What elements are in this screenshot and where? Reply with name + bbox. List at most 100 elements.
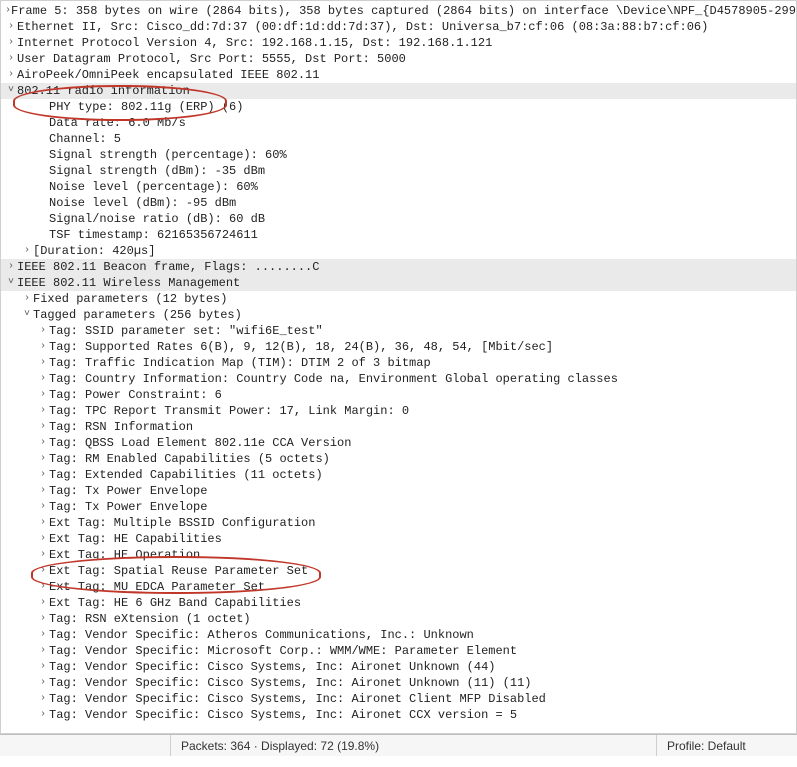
tree-row-label: Tag: Vendor Specific: Cisco Systems, Inc… [49,691,546,707]
status-profile-label: Profile: Default [667,739,746,753]
caret-right-icon[interactable]: › [37,643,49,659]
tree-row-label: 802.11 radio information [17,83,190,99]
caret-right-icon[interactable]: › [37,579,49,595]
row-noise-pct[interactable]: Noise level (percentage): 60% [1,179,796,195]
row-udp[interactable]: ›User Datagram Protocol, Src Port: 5555,… [1,51,796,67]
caret-right-icon[interactable]: › [5,67,17,83]
caret-right-icon[interactable]: › [37,659,49,675]
row-sig-pct[interactable]: Signal strength (percentage): 60% [1,147,796,163]
caret-right-icon[interactable]: › [37,371,49,387]
caret-down-icon[interactable]: ˅ [5,275,17,291]
row-tag-vendor-cisco44[interactable]: ›Tag: Vendor Specific: Cisco Systems, In… [1,659,796,675]
caret-right-icon[interactable]: › [5,51,17,67]
caret-right-icon[interactable]: › [37,547,49,563]
row-tag-vendor-cisco11[interactable]: ›Tag: Vendor Specific: Cisco Systems, In… [1,675,796,691]
row-tag-txpower1[interactable]: ›Tag: Tx Power Envelope [1,483,796,499]
row-noise-dbm[interactable]: Noise level (dBm): -95 dBm [1,195,796,211]
caret-right-icon[interactable]: › [21,243,33,259]
row-tag-ssid[interactable]: ›Tag: SSID parameter set: "wifi6E_test" [1,323,796,339]
row-tag-tpc[interactable]: ›Tag: TPC Report Transmit Power: 17, Lin… [1,403,796,419]
caret-right-icon[interactable]: › [37,675,49,691]
tree-row-label: Fixed parameters (12 bytes) [33,291,227,307]
caret-right-icon[interactable]: › [37,563,49,579]
row-tag-vendor-atheros[interactable]: ›Tag: Vendor Specific: Atheros Communica… [1,627,796,643]
tree-row-label: Tag: Power Constraint: 6 [49,387,222,403]
caret-right-icon[interactable]: › [37,499,49,515]
tree-row-label: Tagged parameters (256 bytes) [33,307,242,323]
caret-right-icon[interactable]: › [37,355,49,371]
row-snr[interactable]: Signal/noise ratio (dB): 60 dB [1,211,796,227]
row-tag-vendor-mfp[interactable]: ›Tag: Vendor Specific: Cisco Systems, In… [1,691,796,707]
row-fixed-params[interactable]: ›Fixed parameters (12 bytes) [1,291,796,307]
row-ipv4[interactable]: ›Internet Protocol Version 4, Src: 192.1… [1,35,796,51]
row-tag-vendor-ccx[interactable]: ›Tag: Vendor Specific: Cisco Systems, In… [1,707,796,723]
row-channel[interactable]: Channel: 5 [1,131,796,147]
row-tag-extcap[interactable]: ›Tag: Extended Capabilities (11 octets) [1,467,796,483]
row-tag-vendor-ms[interactable]: ›Tag: Vendor Specific: Microsoft Corp.: … [1,643,796,659]
row-tag-power-constraint[interactable]: ›Tag: Power Constraint: 6 [1,387,796,403]
caret-right-icon[interactable]: › [37,419,49,435]
row-tag-rsn[interactable]: ›Tag: RSN Information [1,419,796,435]
caret-right-icon[interactable]: › [37,339,49,355]
tree-row-label: Tag: Supported Rates 6(B), 9, 12(B), 18,… [49,339,553,355]
tree-row-label: Tag: Tx Power Envelope [49,483,207,499]
caret-right-icon[interactable]: › [37,435,49,451]
row-frame[interactable]: ›Frame 5: 358 bytes on wire (2864 bits),… [1,3,796,19]
row-beacon[interactable]: ›IEEE 802.11 Beacon frame, Flags: ......… [1,259,796,275]
row-data-rate[interactable]: Data rate: 6.0 Mb/s [1,115,796,131]
caret-right-icon[interactable]: › [37,611,49,627]
tree-row-label: Ext Tag: HE Capabilities [49,531,222,547]
row-ext-he-op[interactable]: ›Ext Tag: HE Operation [1,547,796,563]
caret-right-icon[interactable]: › [37,403,49,419]
tree-row-label: IEEE 802.11 Beacon frame, Flags: .......… [17,259,319,275]
row-sig-dbm[interactable]: Signal strength (dBm): -35 dBm [1,163,796,179]
caret-right-icon[interactable]: › [37,451,49,467]
caret-right-icon[interactable]: › [37,627,49,643]
caret-down-icon[interactable]: ˅ [21,307,33,323]
caret-right-icon[interactable]: › [37,515,49,531]
row-ext-multibssid[interactable]: ›Ext Tag: Multiple BSSID Configuration [1,515,796,531]
tree-row-label: Tag: Vendor Specific: Cisco Systems, Inc… [49,707,517,723]
row-ext-he-cap[interactable]: ›Ext Tag: HE Capabilities [1,531,796,547]
row-tagged-params[interactable]: ˅Tagged parameters (256 bytes) [1,307,796,323]
caret-right-icon[interactable]: › [37,467,49,483]
tree-row-label: Frame 5: 358 bytes on wire (2864 bits), … [11,3,797,19]
row-tag-txpower2[interactable]: ›Tag: Tx Power Envelope [1,499,796,515]
caret-right-icon[interactable]: › [5,19,17,35]
status-profile[interactable]: Profile: Default [657,735,797,756]
tree-row-label: Ext Tag: Spatial Reuse Parameter Set [49,563,308,579]
caret-right-icon[interactable]: › [37,595,49,611]
row-tag-qbss[interactable]: ›Tag: QBSS Load Element 802.11e CCA Vers… [1,435,796,451]
row-duration[interactable]: ›[Duration: 420µs] [1,243,796,259]
caret-right-icon[interactable]: › [37,323,49,339]
row-tag-tim[interactable]: ›Tag: Traffic Indication Map (TIM): DTIM… [1,355,796,371]
caret-right-icon[interactable]: › [37,483,49,499]
row-tag-rm[interactable]: ›Tag: RM Enabled Capabilities (5 octets) [1,451,796,467]
row-ext-he-6ghz[interactable]: ›Ext Tag: HE 6 GHz Band Capabilities [1,595,796,611]
caret-right-icon[interactable]: › [37,387,49,403]
caret-right-icon[interactable]: › [37,707,49,723]
status-bar: Packets: 364 · Displayed: 72 (19.8%) Pro… [0,734,797,756]
tree-row-label: Tag: Vendor Specific: Atheros Communicat… [49,627,474,643]
row-ext-mu-edca[interactable]: ›Ext Tag: MU EDCA Parameter Set [1,579,796,595]
row-radio-info[interactable]: ˅802.11 radio information [1,83,796,99]
caret-right-icon[interactable]: › [21,291,33,307]
caret-down-icon[interactable]: ˅ [5,83,17,99]
tree-row-label: Tag: QBSS Load Element 802.11e CCA Versi… [49,435,351,451]
caret-right-icon[interactable]: › [5,35,17,51]
caret-right-icon[interactable]: › [37,691,49,707]
caret-right-icon[interactable]: › [5,259,17,275]
row-tag-rsnx[interactable]: ›Tag: RSN eXtension (1 octet) [1,611,796,627]
packet-details-tree[interactable]: › Frame 5: 358 bytes on wire (2864 bits),… [0,0,797,734]
row-tag-country[interactable]: ›Tag: Country Information: Country Code … [1,371,796,387]
tree-row-label: Ext Tag: Multiple BSSID Configuration [49,515,315,531]
row-wlan-mgt[interactable]: ˅IEEE 802.11 Wireless Management [1,275,796,291]
row-tag-rates[interactable]: ›Tag: Supported Rates 6(B), 9, 12(B), 18… [1,339,796,355]
tree-row-label: Channel: 5 [49,131,121,147]
row-airopeek[interactable]: ›AiroPeek/OmniPeek encapsulated IEEE 802… [1,67,796,83]
row-tsf[interactable]: TSF timestamp: 62165356724611 [1,227,796,243]
row-phy-type[interactable]: PHY type: 802.11g (ERP) (6) [1,99,796,115]
row-ethernet[interactable]: ›Ethernet II, Src: Cisco_dd:7d:37 (00:df… [1,19,796,35]
row-ext-spatial[interactable]: ›Ext Tag: Spatial Reuse Parameter Set [1,563,796,579]
caret-right-icon[interactable]: › [37,531,49,547]
